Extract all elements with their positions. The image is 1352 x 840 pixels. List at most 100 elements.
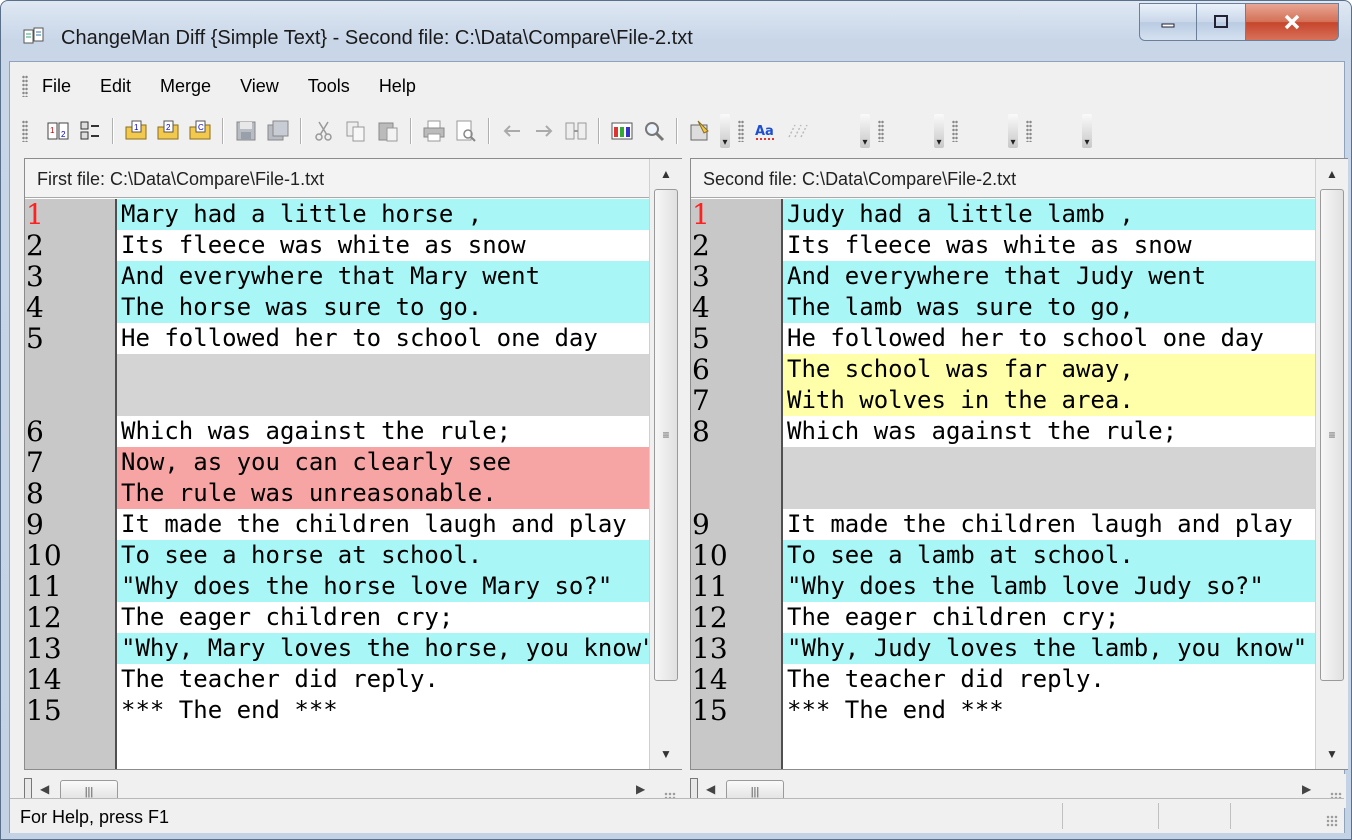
maximize-button[interactable] (1197, 3, 1246, 41)
diff-line[interactable]: 4 The lamb was sure to go, (691, 292, 1315, 323)
diff-line[interactable]: 14 The teacher did reply. (691, 664, 1315, 695)
line-text[interactable]: To see a lamb at school. (783, 540, 1315, 571)
diff-line[interactable] (691, 478, 1315, 509)
line-text[interactable]: And everywhere that Judy went (783, 261, 1315, 292)
diff-line[interactable]: 7 With wolves in the area. (691, 385, 1315, 416)
diff-line[interactable]: 11 "Why does the lamb love Judy so?" (691, 571, 1315, 602)
save-button[interactable] (233, 118, 259, 144)
toolbar-overflow-dropdown[interactable]: ▾ (1008, 114, 1018, 148)
menu-file[interactable]: File (42, 76, 71, 97)
line-text[interactable]: With wolves in the area. (783, 385, 1315, 416)
line-text[interactable]: Mary had a little horse , (117, 199, 649, 230)
open-first-file-button[interactable]: 1 (123, 118, 149, 144)
minimize-button[interactable] (1139, 3, 1197, 41)
second-file-vertical-scrollbar[interactable]: ▲ ≡ ▼ (1315, 159, 1348, 769)
scroll-up-arrow-icon[interactable]: ▲ (650, 161, 682, 187)
compare-button[interactable]: 12 (45, 118, 71, 144)
menu-help[interactable]: Help (379, 76, 416, 97)
print-preview-button[interactable] (453, 118, 479, 144)
find-button[interactable] (641, 118, 667, 144)
toolbar-overflow-dropdown[interactable]: ▾ (720, 114, 730, 148)
toolbar-overflow-dropdown[interactable]: ▾ (1082, 114, 1092, 148)
menu-view[interactable]: View (240, 76, 279, 97)
diff-line[interactable]: 13 "Why, Mary loves the horse, you know" (25, 633, 649, 664)
previous-difference-button[interactable] (499, 118, 525, 144)
line-text[interactable]: The teacher did reply. (117, 664, 649, 695)
menu-merge[interactable]: Merge (160, 76, 211, 97)
print-button[interactable] (421, 118, 447, 144)
paste-button[interactable] (375, 118, 401, 144)
options-button[interactable] (77, 118, 103, 144)
toolbar-grip[interactable] (738, 120, 744, 142)
line-text[interactable]: Its fleece was white as snow (117, 230, 649, 261)
scroll-right-arrow-icon[interactable]: ▶ (1302, 782, 1311, 796)
menu-tools[interactable]: Tools (308, 76, 350, 97)
line-text[interactable]: Which was against the rule; (783, 416, 1315, 447)
diff-line[interactable]: 8 The rule was unreasonable. (25, 478, 649, 509)
line-text[interactable]: The school was far away, (783, 354, 1315, 385)
line-text[interactable]: He followed her to school one day (117, 323, 649, 354)
properties-button[interactable] (687, 118, 713, 144)
line-text[interactable]: To see a horse at school. (117, 540, 649, 571)
line-text[interactable]: The horse was sure to go. (117, 292, 649, 323)
menu-grip[interactable] (22, 75, 28, 97)
columns-button[interactable] (609, 118, 635, 144)
first-file-pane[interactable]: First file: C:\Data\Compare\File-1.txt 1… (24, 158, 682, 770)
line-text[interactable]: It made the children laugh and play (117, 509, 649, 540)
diff-line[interactable]: 3 And everywhere that Judy went (691, 261, 1315, 292)
diff-line[interactable]: 5 He followed her to school one day (25, 323, 649, 354)
line-text[interactable]: Now, as you can clearly see (117, 447, 649, 478)
diff-line[interactable]: 3 And everywhere that Mary went (25, 261, 649, 292)
diff-line[interactable]: 10 To see a lamb at school. (691, 540, 1315, 571)
toolbar-overflow-dropdown[interactable]: ▾ (934, 114, 944, 148)
diff-line[interactable] (25, 354, 649, 385)
scroll-left-arrow-icon[interactable]: ◀ (706, 782, 715, 796)
first-file-vertical-scrollbar[interactable]: ▲ ≡ ▼ (649, 159, 682, 769)
diff-line[interactable]: 9 It made the children laugh and play (25, 509, 649, 540)
scroll-right-arrow-icon[interactable]: ▶ (636, 782, 645, 796)
scroll-left-arrow-icon[interactable]: ◀ (40, 782, 49, 796)
scroll-up-arrow-icon[interactable]: ▲ (1316, 161, 1348, 187)
diff-line[interactable]: 8 Which was against the rule; (691, 416, 1315, 447)
diff-line[interactable]: 6 The school was far away, (691, 354, 1315, 385)
diff-line[interactable]: 15 *** The end *** (691, 695, 1315, 726)
diff-line[interactable] (691, 447, 1315, 478)
diff-line[interactable]: 4 The horse was sure to go. (25, 292, 649, 323)
font-button[interactable]: Aa (753, 118, 779, 144)
open-third-file-button[interactable]: C (187, 118, 213, 144)
line-text[interactable]: He followed her to school one day (783, 323, 1315, 354)
diff-line[interactable]: 11 "Why does the horse love Mary so?" (25, 571, 649, 602)
second-file-content[interactable]: 1 Judy had a little lamb , 2 Its fleece was… (691, 199, 1315, 769)
line-text[interactable]: It made the children laugh and play (783, 509, 1315, 540)
line-text[interactable] (117, 385, 649, 416)
line-text[interactable]: The eager children cry; (117, 602, 649, 633)
scroll-thumb[interactable]: ≡ (1320, 189, 1344, 681)
toolbar-grip[interactable] (22, 120, 28, 142)
toolbar-grip[interactable] (952, 120, 958, 142)
diff-line[interactable]: 12 The eager children cry; (25, 602, 649, 633)
diff-line[interactable]: 10 To see a horse at school. (25, 540, 649, 571)
diff-line[interactable]: 5 He followed her to school one day (691, 323, 1315, 354)
diff-line[interactable]: 7 Now, as you can clearly see (25, 447, 649, 478)
title-bar[interactable]: ChangeMan Diff {Simple Text} - Second fi… (1, 1, 1351, 61)
open-second-file-button[interactable]: 2 (155, 118, 181, 144)
save-all-button[interactable] (265, 118, 291, 144)
line-text[interactable]: The lamb was sure to go, (783, 292, 1315, 323)
merge-button[interactable] (563, 118, 589, 144)
next-difference-button[interactable] (531, 118, 557, 144)
toolbar-overflow-dropdown[interactable]: ▾ (860, 114, 870, 148)
menu-edit[interactable]: Edit (100, 76, 131, 97)
scroll-down-arrow-icon[interactable]: ▼ (650, 741, 682, 767)
line-text[interactable] (783, 478, 1315, 509)
line-text[interactable]: Which was against the rule; (117, 416, 649, 447)
line-text[interactable]: The eager children cry; (783, 602, 1315, 633)
diff-line[interactable]: 6 Which was against the rule; (25, 416, 649, 447)
line-text[interactable] (783, 447, 1315, 478)
line-text[interactable]: The teacher did reply. (783, 664, 1315, 695)
diff-line[interactable]: 12 The eager children cry; (691, 602, 1315, 633)
line-text[interactable]: "Why does the lamb love Judy so?" (783, 571, 1315, 602)
diff-line[interactable]: 13 "Why, Judy loves the lamb, you know" (691, 633, 1315, 664)
toolbar-grip[interactable] (878, 120, 884, 142)
diff-line[interactable]: 9 It made the children laugh and play (691, 509, 1315, 540)
line-text[interactable]: *** The end *** (783, 695, 1315, 726)
